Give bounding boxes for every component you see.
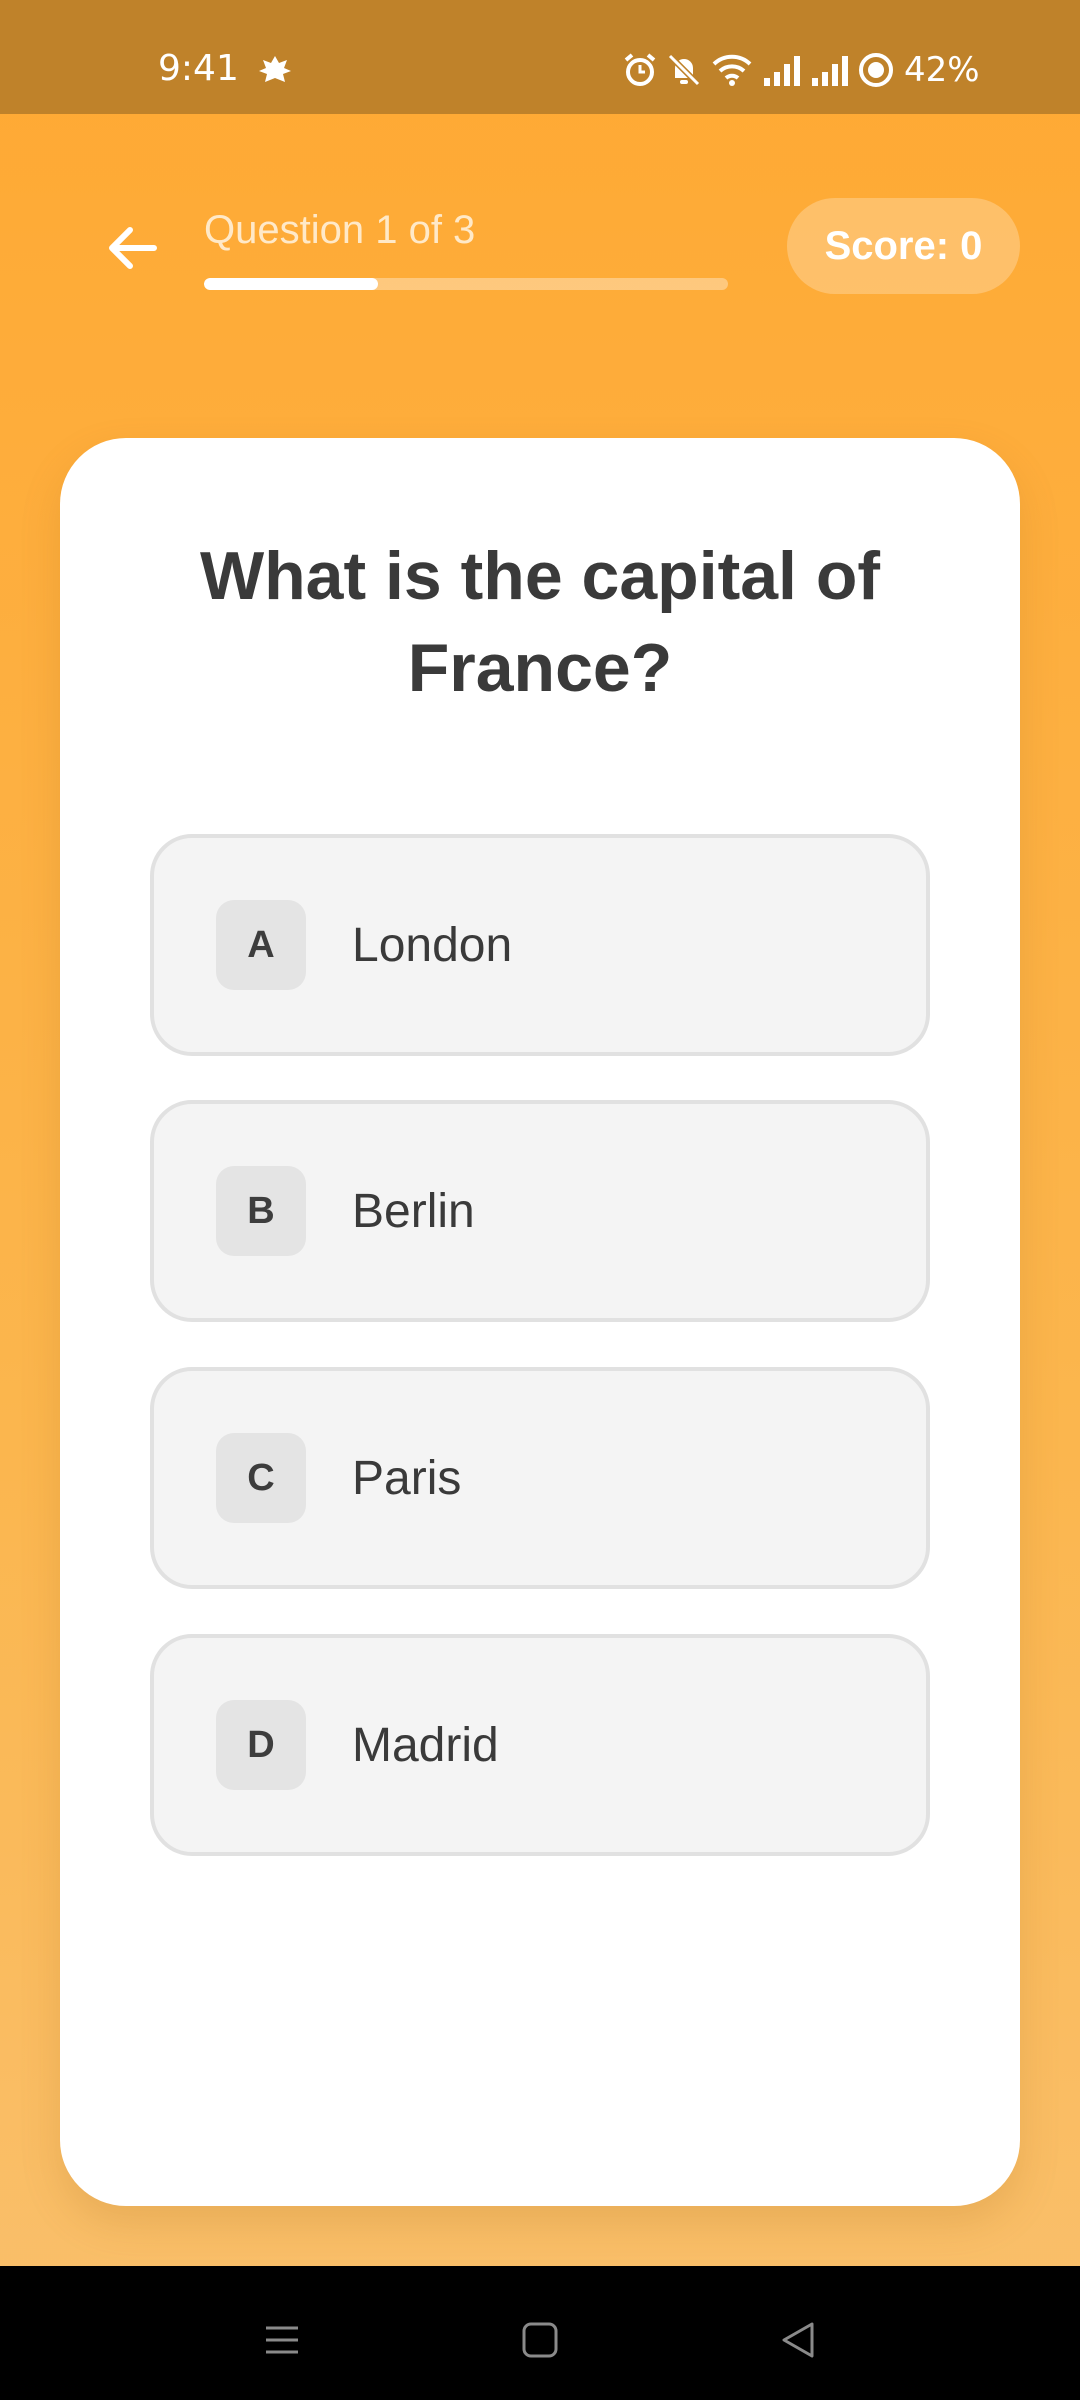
arrow-left-icon	[109, 227, 157, 269]
system-back-button[interactable]	[768, 2310, 828, 2370]
status-icons: 42%	[622, 50, 980, 90]
question-progress-bar	[204, 278, 728, 290]
status-bar: 9:41 42%	[0, 0, 1080, 114]
option-letter-badge: B	[216, 1166, 306, 1256]
option-letter-badge: D	[216, 1700, 306, 1790]
bell-off-icon	[667, 53, 701, 87]
option-letter-badge: A	[216, 900, 306, 990]
option-a[interactable]: A London	[150, 834, 930, 1056]
home-button[interactable]	[510, 2310, 570, 2370]
option-label: Madrid	[352, 1718, 499, 1772]
option-b[interactable]: B Berlin	[150, 1100, 930, 1322]
notification-leaf-icon	[257, 54, 293, 86]
recent-apps-button[interactable]	[252, 2310, 312, 2370]
alarm-icon	[624, 53, 656, 86]
signal-icon	[764, 56, 800, 86]
back-triangle-icon	[782, 2322, 814, 2358]
wifi-icon	[712, 54, 752, 86]
status-time: 9:41	[158, 48, 239, 89]
signal-icon	[812, 56, 848, 86]
back-button[interactable]	[96, 212, 168, 284]
battery-percentage: 42%	[904, 50, 980, 90]
system-nav-bar	[0, 2266, 1080, 2400]
question-progress-fill	[204, 278, 379, 290]
battery-saver-icon	[859, 53, 893, 87]
option-label: London	[352, 918, 513, 972]
option-label: Paris	[352, 1451, 462, 1505]
option-c[interactable]: C Paris	[150, 1367, 930, 1589]
option-label: Berlin	[352, 1184, 475, 1238]
option-letter-badge: C	[216, 1433, 306, 1523]
option-d[interactable]: D Madrid	[150, 1634, 930, 1856]
home-icon	[522, 2322, 558, 2358]
menu-icon	[266, 2326, 298, 2354]
question-text: What is the capital of France?	[199, 538, 881, 706]
question-progress-label: Question 1 of 3	[204, 208, 476, 252]
question-card: What is the capital of France? A London …	[60, 438, 1020, 2206]
score-badge: Score: 0	[787, 198, 1020, 294]
